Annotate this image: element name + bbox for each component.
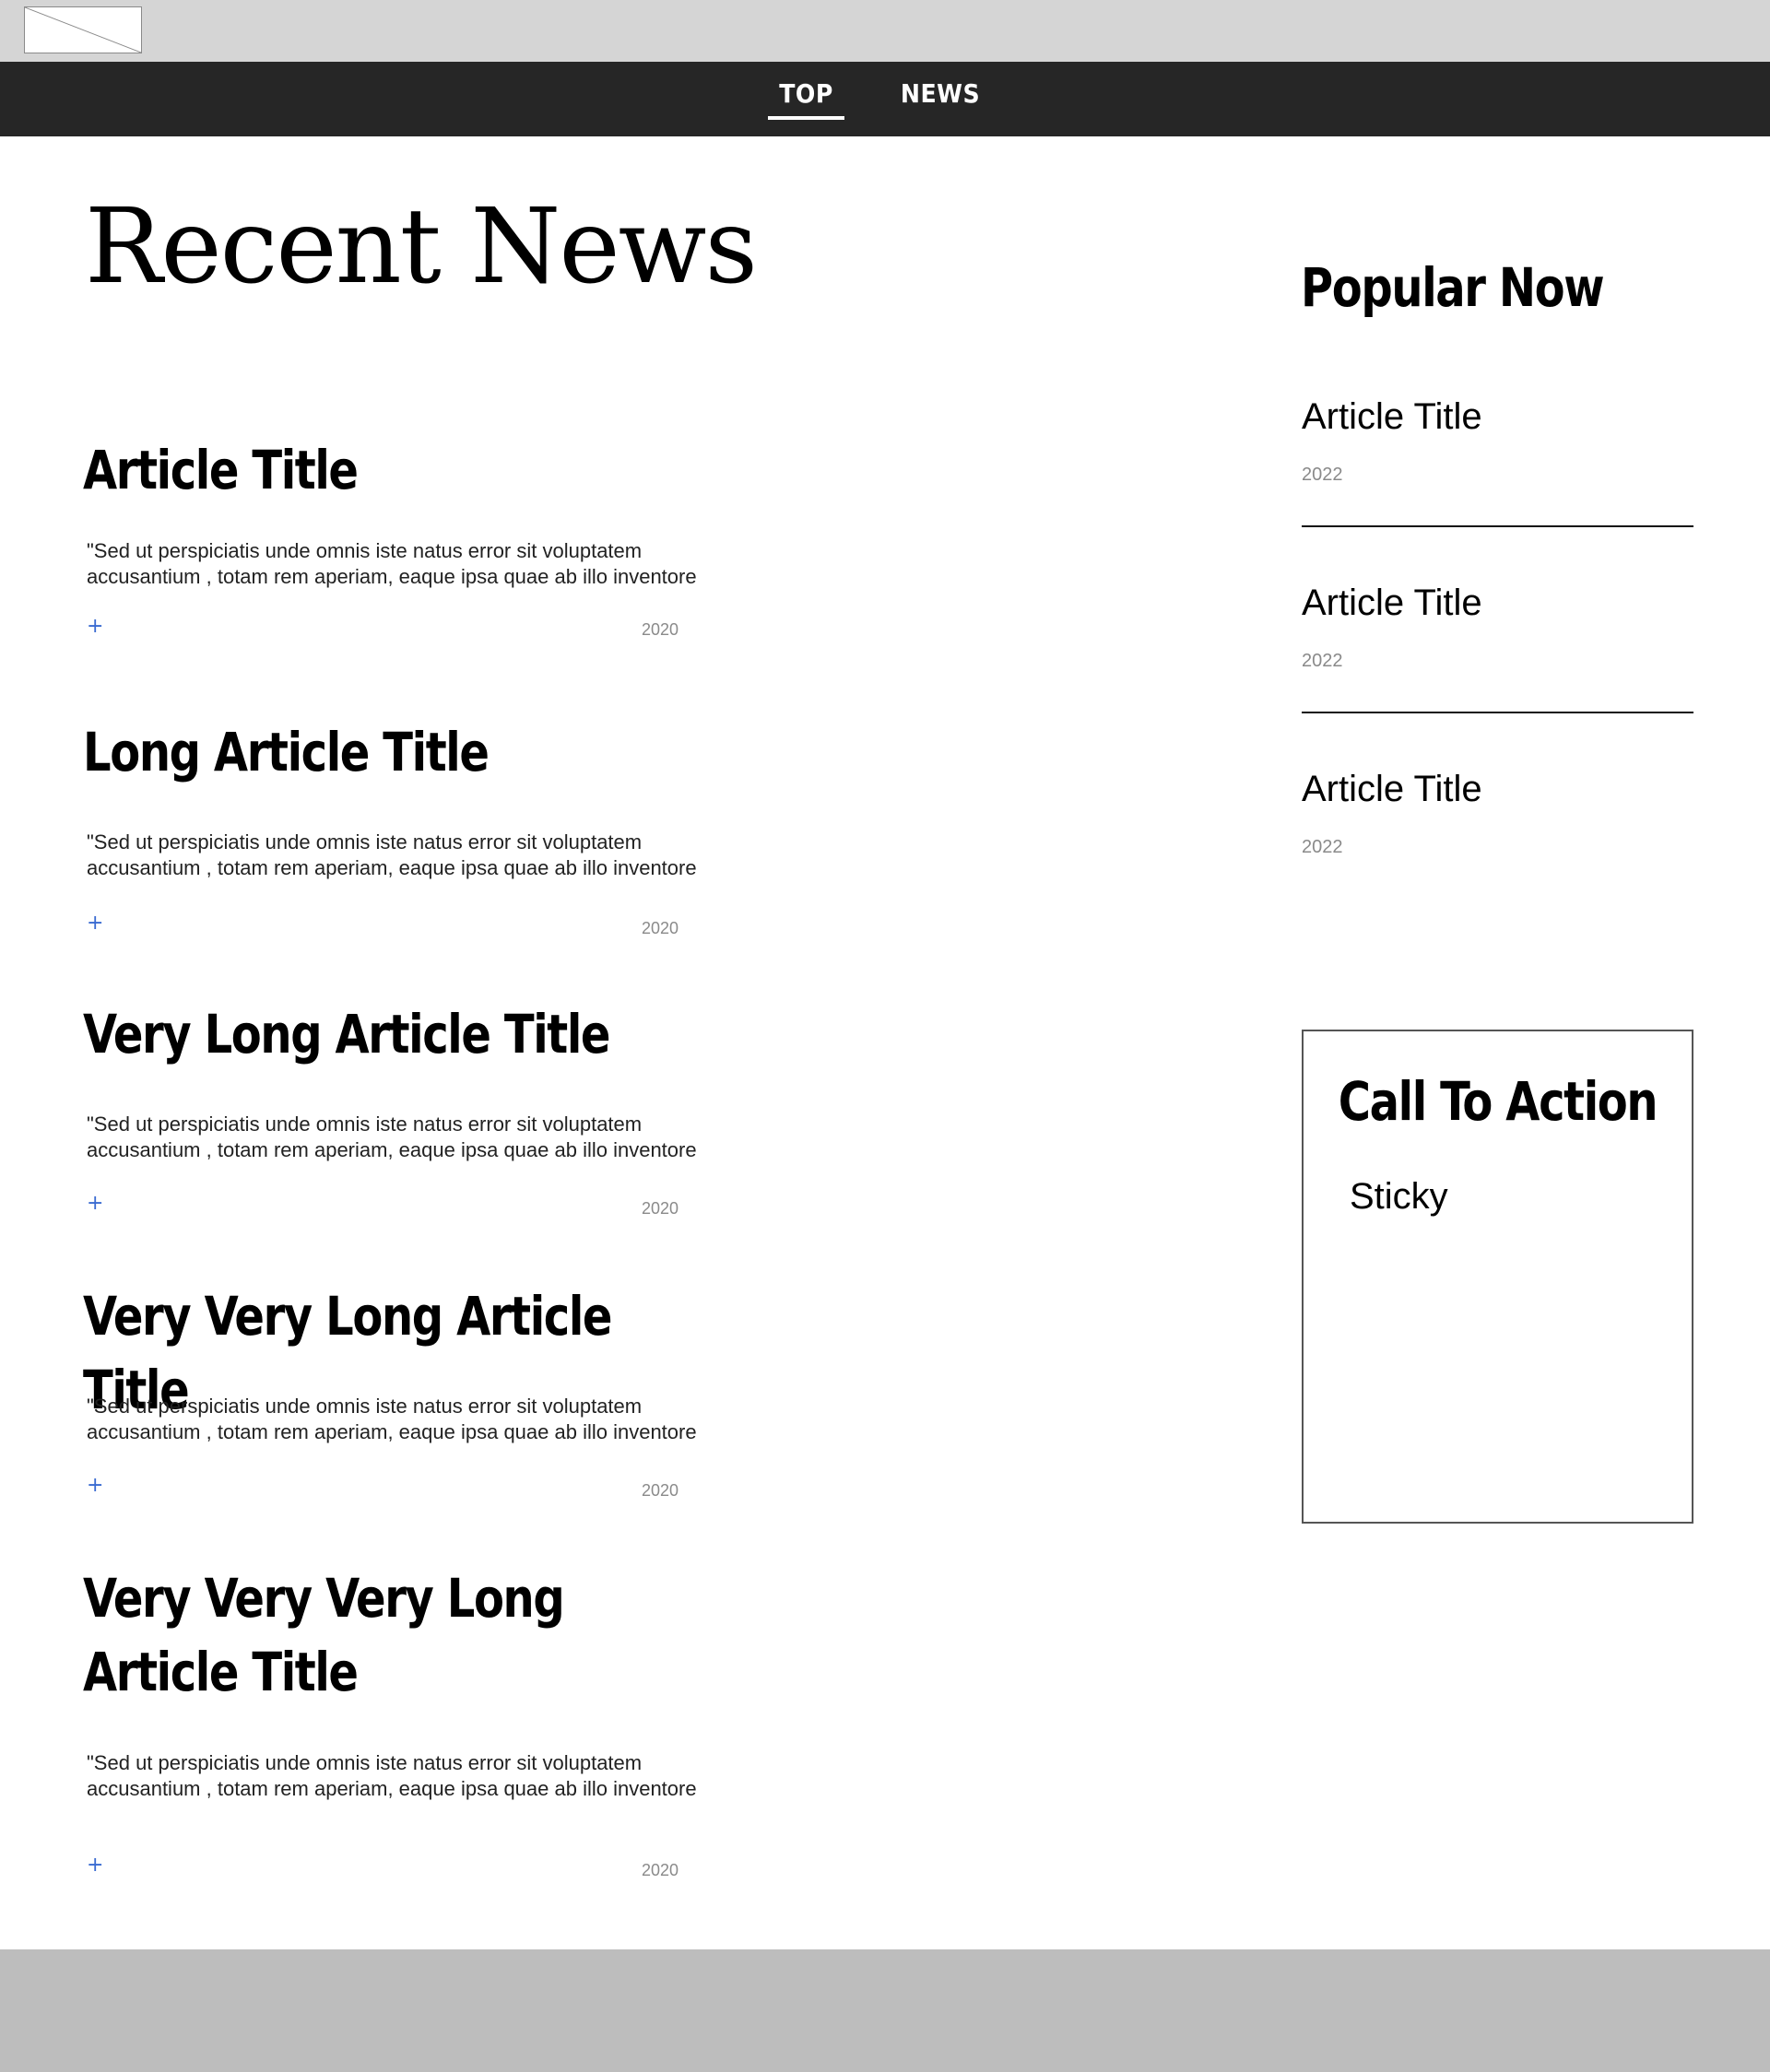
article-card: Very Very Long Article Title "Sed ut per… bbox=[83, 1279, 719, 1500]
article-title-line: Very Very Very Long bbox=[83, 1567, 565, 1630]
expand-plus-icon[interactable]: + bbox=[87, 615, 103, 638]
top-header bbox=[0, 0, 1770, 62]
article-excerpt: "Sed ut perspiciatis unde omnis iste nat… bbox=[87, 1751, 697, 1800]
article-title-line: Article Title bbox=[83, 1641, 359, 1703]
article-title[interactable]: Article Title bbox=[83, 433, 668, 507]
divider bbox=[1302, 525, 1693, 527]
call-to-action-box[interactable]: Call To Action Sticky bbox=[1302, 1030, 1693, 1524]
article-year: 2020 bbox=[642, 1861, 679, 1879]
logo-image[interactable] bbox=[24, 6, 142, 53]
article-excerpt: "Sed ut perspiciatis unde omnis iste nat… bbox=[87, 1395, 697, 1443]
article-card: Long Article Title "Sed ut perspiciatis … bbox=[83, 715, 719, 937]
image-placeholder-icon bbox=[25, 7, 141, 53]
popular-item-title[interactable]: Article Title bbox=[1302, 394, 1482, 439]
popular-item-year: 2022 bbox=[1302, 465, 1343, 485]
article-year: 2020 bbox=[642, 1481, 679, 1500]
article-excerpt: "Sed ut perspiciatis unde omnis iste nat… bbox=[87, 1113, 697, 1161]
popular-item-year: 2022 bbox=[1302, 651, 1343, 671]
expand-plus-icon[interactable]: + bbox=[87, 1854, 103, 1877]
footer bbox=[0, 1949, 1770, 2072]
article-title[interactable]: Long Article Title bbox=[83, 715, 668, 789]
nav-item-label: NEWS bbox=[900, 78, 981, 109]
article-year: 2020 bbox=[642, 919, 679, 937]
article-title[interactable]: Very Very Very Long Article Title bbox=[83, 1561, 668, 1709]
popular-item-year: 2022 bbox=[1302, 837, 1343, 857]
article-year: 2020 bbox=[642, 1199, 679, 1218]
expand-plus-icon[interactable]: + bbox=[87, 912, 103, 935]
cta-title: Call To Action bbox=[1338, 1070, 1658, 1133]
expand-plus-icon[interactable]: + bbox=[87, 1192, 103, 1215]
popular-item-title[interactable]: Article Title bbox=[1302, 581, 1482, 625]
article-card: Very Long Article Title "Sed ut perspici… bbox=[83, 997, 719, 1218]
active-indicator bbox=[768, 116, 844, 120]
nav-item-news[interactable]: NEWS bbox=[892, 62, 988, 136]
expand-plus-icon[interactable]: + bbox=[87, 1474, 103, 1497]
nav-item-top[interactable]: TOP bbox=[768, 62, 844, 136]
popular-item-title[interactable]: Article Title bbox=[1302, 767, 1482, 811]
cta-body: Sticky bbox=[1350, 1176, 1448, 1217]
popular-heading: Popular Now bbox=[1301, 256, 1605, 319]
article-excerpt: "Sed ut perspiciatis unde omnis iste nat… bbox=[87, 830, 697, 879]
article-card: Article Title "Sed ut perspiciatis unde … bbox=[83, 433, 719, 639]
nav-item-label: TOP bbox=[779, 78, 833, 109]
article-title[interactable]: Very Long Article Title bbox=[83, 997, 668, 1071]
page-title: Recent News bbox=[85, 187, 758, 307]
article-excerpt: "Sed ut perspiciatis unde omnis iste nat… bbox=[87, 539, 697, 588]
article-card: Very Very Very Long Article Title "Sed u… bbox=[83, 1561, 719, 1879]
article-year: 2020 bbox=[642, 620, 679, 639]
main-nav: TOP NEWS bbox=[0, 62, 1770, 136]
divider bbox=[1302, 712, 1693, 713]
